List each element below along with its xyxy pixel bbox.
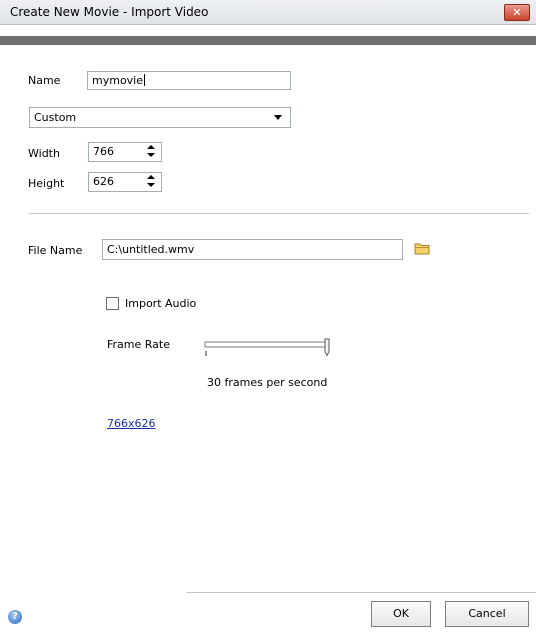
frame-rate-label: Frame Rate <box>107 338 170 351</box>
name-label: Name <box>28 74 61 87</box>
slider-thumb[interactable] <box>324 338 330 356</box>
frame-rate-value-text: 30 frames per second <box>207 376 328 389</box>
folder-icon[interactable] <box>414 241 430 255</box>
title-bar: Create New Movie - Import Video ✕ <box>0 0 536 25</box>
spinner-arrows-icon[interactable] <box>147 145 155 157</box>
footer-divider <box>186 592 536 593</box>
width-spinner[interactable]: 766 <box>88 142 162 162</box>
file-name-label: File Name <box>28 244 83 257</box>
section-divider <box>29 213 529 214</box>
close-icon: ✕ <box>512 6 522 19</box>
height-value: 626 <box>93 175 114 188</box>
preset-select[interactable]: Custom <box>29 107 291 128</box>
preset-select-value: Custom <box>34 111 77 124</box>
file-name-input[interactable]: C:\untitled.wmv <box>102 239 403 260</box>
window-title: Create New Movie - Import Video <box>10 5 209 19</box>
import-audio-label[interactable]: Import Audio <box>125 297 196 310</box>
cancel-button[interactable]: Cancel <box>445 601 529 627</box>
height-spinner[interactable]: 626 <box>88 172 162 192</box>
width-value: 766 <box>93 145 114 158</box>
name-input[interactable]: mymovie <box>87 71 291 90</box>
height-label: Height <box>28 177 65 190</box>
file-name-value: C:\untitled.wmv <box>107 243 195 256</box>
chevron-down-icon <box>274 115 282 120</box>
header-band <box>0 36 536 45</box>
ok-button[interactable]: OK <box>371 601 431 627</box>
spinner-arrows-icon[interactable] <box>147 175 155 187</box>
frame-rate-slider[interactable] <box>203 338 335 362</box>
help-icon[interactable]: ? <box>8 610 22 624</box>
close-button[interactable]: ✕ <box>504 4 530 21</box>
size-link[interactable]: 766x626 <box>107 417 156 430</box>
width-label: Width <box>28 147 60 160</box>
text-caret <box>144 74 146 86</box>
import-audio-checkbox[interactable] <box>106 297 119 310</box>
name-input-value: mymovie <box>92 74 144 87</box>
